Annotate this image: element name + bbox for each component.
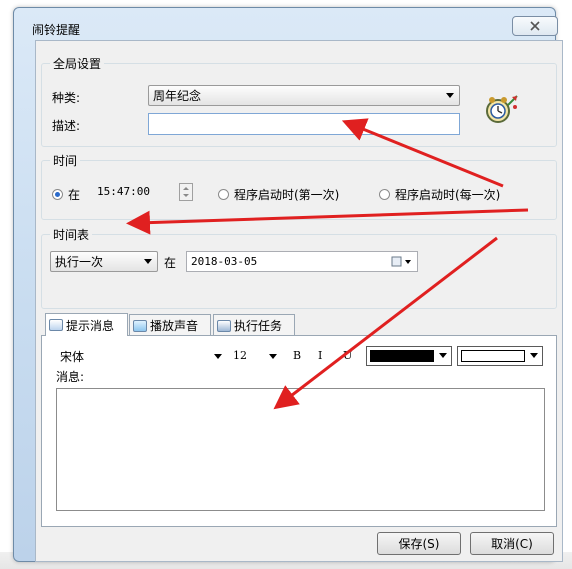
message-label: 消息:: [56, 370, 85, 384]
tab-message[interactable]: 提示消息: [45, 313, 128, 336]
frequency-select-value: 执行一次: [55, 255, 104, 269]
sound-tab-icon: [133, 319, 147, 332]
time-group-title: 时间: [50, 152, 81, 169]
schedule-group-title: 时间表: [50, 226, 93, 243]
close-button[interactable]: [512, 16, 558, 36]
chevron-down-icon: [269, 354, 277, 359]
type-label: 种类:: [52, 91, 81, 105]
text-color-picker[interactable]: [366, 346, 452, 366]
chevron-down-icon: [144, 259, 152, 264]
bold-button[interactable]: B: [293, 349, 301, 362]
cancel-button[interactable]: 取消(C): [470, 532, 554, 555]
schedule-at-label: 在: [164, 256, 177, 270]
each-start-label: 程序启动时(每一次): [395, 188, 501, 202]
font-size-select[interactable]: 12: [233, 348, 273, 364]
first-start-label: 程序启动时(第一次): [234, 188, 340, 202]
date-picker[interactable]: 2018-03-05: [186, 251, 418, 272]
time-input-value: 15:47:00: [97, 185, 150, 198]
tab-run-task-label: 执行任务: [234, 319, 283, 333]
window-title: 闹铃提醒: [32, 23, 81, 37]
radio-first-start[interactable]: [218, 189, 229, 200]
chevron-down-icon: [214, 354, 222, 359]
italic-button[interactable]: I: [318, 349, 322, 362]
type-select-value: 周年纪念: [153, 89, 202, 103]
alarm-dialog-window: 闹铃提醒 全局设置 种类: 周年纪念 描述: 时间 在 15:47:00 程序启…: [13, 7, 563, 562]
at-time-label: 在: [68, 188, 81, 202]
task-tab-icon: [217, 319, 231, 332]
message-tab-icon: [49, 319, 63, 331]
font-size-value: 12: [233, 349, 247, 362]
chevron-down-icon: [439, 353, 447, 358]
close-icon: [530, 21, 540, 31]
save-button-label: 保存(S): [398, 537, 440, 551]
radio-at-time[interactable]: [52, 189, 63, 200]
message-textarea[interactable]: [56, 388, 545, 511]
description-label: 描述:: [52, 119, 81, 133]
text-color-swatch: [370, 350, 434, 362]
tab-play-sound-label: 播放声音: [150, 319, 199, 333]
alarm-clock-icon: [486, 95, 518, 123]
date-picker-value: 2018-03-05: [191, 255, 258, 268]
time-spinner[interactable]: [179, 183, 193, 201]
global-settings-title: 全局设置: [50, 55, 105, 72]
calendar-dropdown-icon: [391, 256, 411, 267]
frequency-select[interactable]: 执行一次: [50, 251, 158, 272]
font-name-value: 宋体: [60, 350, 85, 364]
type-select[interactable]: 周年纪念: [148, 85, 460, 106]
font-name-select[interactable]: 宋体: [60, 348, 220, 364]
cancel-button-label: 取消(C): [491, 537, 533, 551]
chevron-down-icon: [530, 353, 538, 358]
save-button[interactable]: 保存(S): [377, 532, 461, 555]
chevron-down-icon: [446, 93, 454, 98]
description-input[interactable]: [148, 113, 460, 135]
underline-button[interactable]: U: [343, 349, 352, 362]
tab-message-label: 提示消息: [66, 318, 115, 333]
radio-each-start[interactable]: [379, 189, 390, 200]
tab-play-sound[interactable]: 播放声音: [129, 314, 211, 336]
background-color-swatch: [461, 350, 525, 362]
tab-run-task[interactable]: 执行任务: [213, 314, 295, 336]
background-color-picker[interactable]: [457, 346, 543, 366]
dialog-client-area: 全局设置 种类: 周年纪念 描述: 时间 在 15:47:00 程序启动时(第一…: [35, 40, 563, 562]
spin-arrows-icon: [183, 187, 189, 197]
